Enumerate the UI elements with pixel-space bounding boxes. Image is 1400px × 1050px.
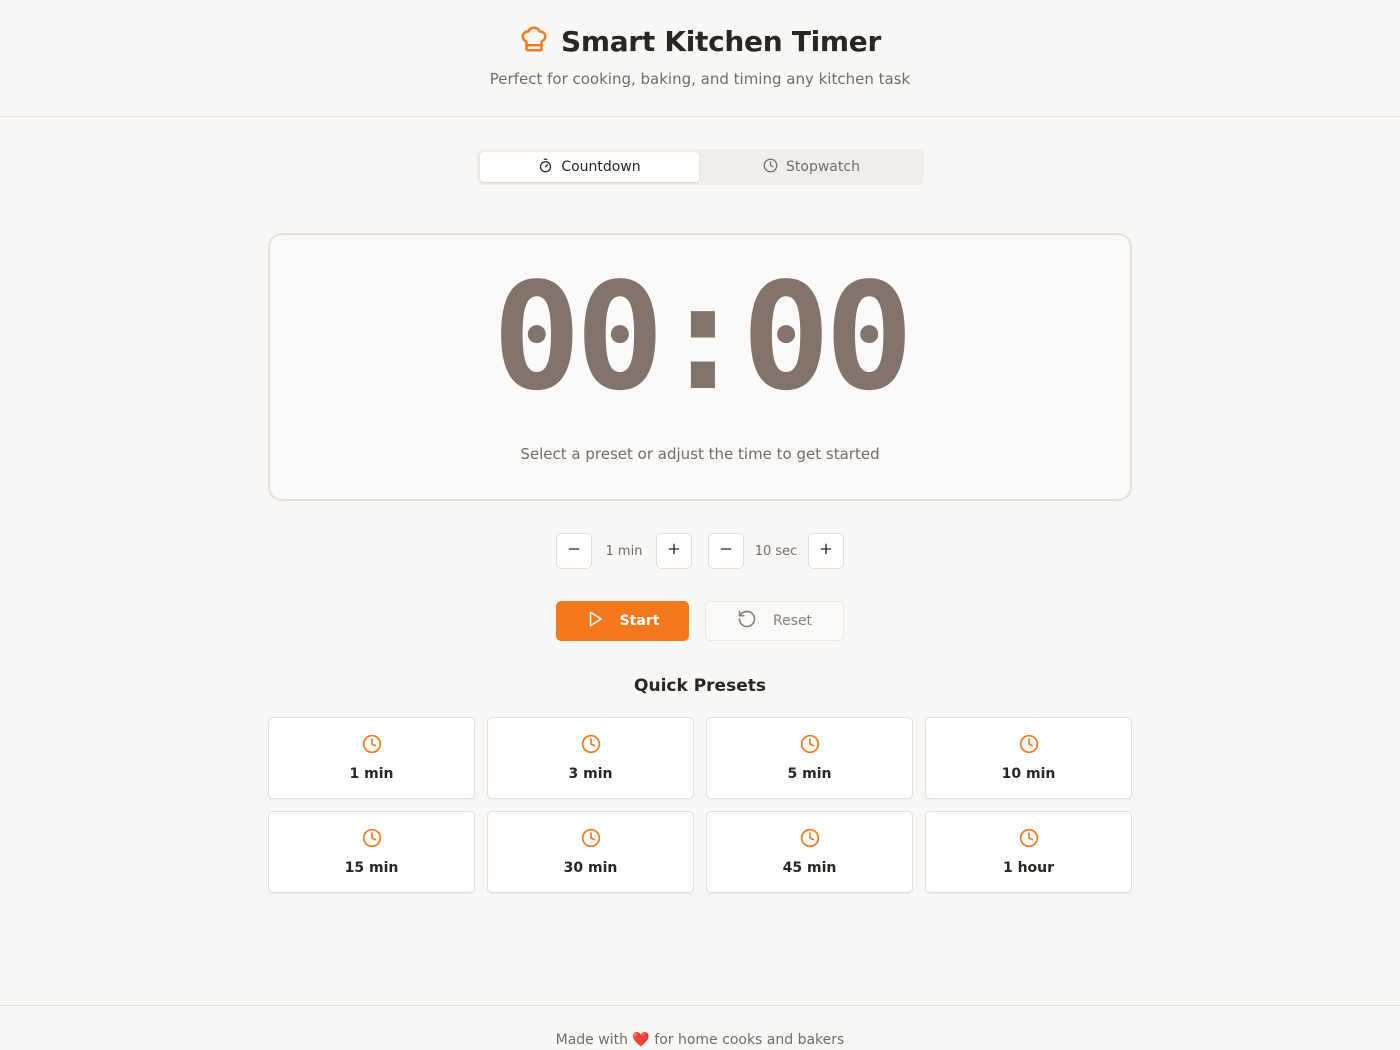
decrease-minutes-button[interactable] <box>556 533 592 569</box>
page-subtitle: Perfect for cooking, baking, and timing … <box>489 70 911 88</box>
minutes-step-label: 1 min <box>605 543 643 559</box>
increase-seconds-button[interactable] <box>808 533 844 569</box>
preset-button[interactable]: 1 hour <box>925 811 1132 893</box>
start-button[interactable]: Start <box>556 601 689 641</box>
presets-heading: Quick Presets <box>634 676 766 696</box>
tab-stopwatch-label: Stopwatch <box>786 159 860 175</box>
tab-countdown-label: Countdown <box>561 159 641 175</box>
clock-icon <box>763 158 778 177</box>
preset-label: 15 min <box>344 860 399 876</box>
increase-minutes-button[interactable] <box>656 533 692 569</box>
title-row: Smart Kitchen Timer <box>0 24 1400 58</box>
reset-button-label: Reset <box>772 613 813 629</box>
preset-button[interactable]: 30 min <box>487 811 694 893</box>
timer-card: 00:00 Select a preset or adjust the time… <box>268 233 1132 501</box>
preset-label: 1 min <box>349 766 394 782</box>
page-title: Smart Kitchen Timer <box>560 24 882 58</box>
rotate-ccw-icon <box>737 609 757 633</box>
app-header: Smart Kitchen Timer Perfect for cooking,… <box>0 0 1400 117</box>
clock-icon <box>581 828 601 852</box>
minus-icon <box>718 541 734 561</box>
mode-toggle: Countdown Stopwatch <box>477 149 924 185</box>
timer-display: 00:00 <box>492 251 914 423</box>
decrease-seconds-button[interactable] <box>708 533 744 569</box>
start-button-label: Start <box>619 613 660 629</box>
preset-button[interactable]: 45 min <box>706 811 913 893</box>
preset-button[interactable]: 5 min <box>706 717 913 799</box>
preset-label: 45 min <box>782 860 837 876</box>
tab-countdown[interactable]: Countdown <box>480 152 699 182</box>
seconds-step-label: 10 sec <box>754 543 798 559</box>
preset-button[interactable]: 1 min <box>268 717 475 799</box>
tab-stopwatch[interactable]: Stopwatch <box>702 152 921 182</box>
preset-label: 5 min <box>787 766 832 782</box>
minus-icon <box>566 541 582 561</box>
presets-grid: 1 min 3 min 5 min 10 min 15 min 30 min 45 min 1… <box>268 717 1132 893</box>
timer-hint: Select a preset or adjust the time to ge… <box>520 445 880 463</box>
plus-icon <box>818 541 834 561</box>
clock-icon <box>581 734 601 758</box>
time-adjust-controls: 1 min 10 sec <box>556 533 844 569</box>
clock-icon <box>1019 828 1039 852</box>
plus-icon <box>666 541 682 561</box>
preset-button[interactable]: 15 min <box>268 811 475 893</box>
clock-icon <box>362 734 382 758</box>
preset-label: 1 hour <box>1002 860 1055 876</box>
clock-icon <box>1019 734 1039 758</box>
preset-label: 30 min <box>563 860 618 876</box>
timer-icon <box>538 158 553 177</box>
reset-button[interactable]: Reset <box>705 601 844 641</box>
clock-icon <box>362 828 382 852</box>
play-icon <box>586 610 604 632</box>
preset-button[interactable]: 3 min <box>487 717 694 799</box>
footer: Made with ❤️ for home cooks and bakers <box>0 1005 1400 1050</box>
chef-hat-icon <box>519 24 549 58</box>
clock-icon <box>800 828 820 852</box>
preset-button[interactable]: 10 min <box>925 717 1132 799</box>
preset-label: 3 min <box>568 766 613 782</box>
preset-label: 10 min <box>1001 766 1056 782</box>
clock-icon <box>800 734 820 758</box>
footer-text: Made with ❤️ for home cooks and bakers <box>555 1032 845 1048</box>
